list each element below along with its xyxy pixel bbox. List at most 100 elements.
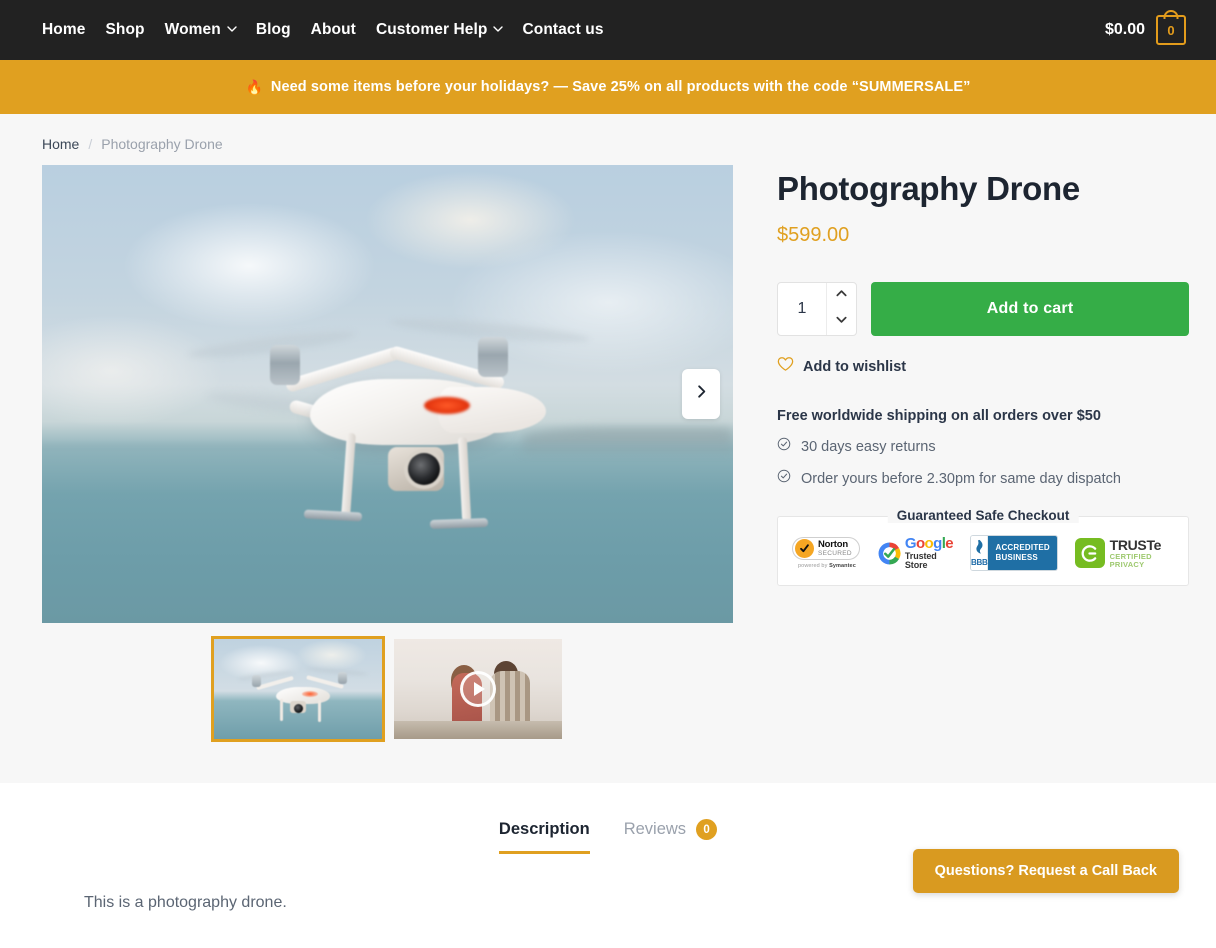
gallery-next-button[interactable] [682,369,720,419]
main-menu: Home Shop Women Blog About Customer Help… [42,21,614,39]
drone-leg [457,436,472,522]
feature-dispatch: Order yours before 2.30pm for same day d… [777,469,1189,488]
drone-led [424,397,470,414]
nav-item-home[interactable]: Home [42,21,95,39]
norton-badge: Norton SECURED powered by Symantec [792,537,860,569]
ground [393,721,562,739]
play-triangle [473,682,485,696]
quantity-decrease-button[interactable] [827,309,856,335]
safe-checkout-title: Guaranteed Safe Checkout [887,508,1079,524]
check-circle-icon [777,469,791,488]
product-summary: Photography Drone $599.00 1 Add to cart … [777,165,1190,587]
thumb-drone-illustration [237,666,368,722]
feature-returns: 30 days easy returns [777,437,1189,456]
truste-subtitle: CERTIFIED PRIVACY [1109,551,1152,569]
google-letter: o [915,535,925,553]
person-figure [489,671,530,727]
truste-text: TRUSTe CERTIFIED PRIVACY [1110,538,1175,568]
top-navigation-bar: Home Shop Women Blog About Customer Help… [0,0,1216,60]
main-product-image[interactable] [42,165,733,623]
cart-item-count: 0 [1167,22,1175,38]
check-circle-icon [777,437,791,456]
drone-led [301,691,318,697]
gallery-thumbnails [42,636,733,742]
bag-handle [1163,10,1179,19]
bbb-accredited-business-badge: BBB ACCREDITED BUSINESS [970,535,1058,572]
product-gallery [42,165,733,742]
drone-camera-lens [293,704,303,713]
product-price: $599.00 [777,224,850,247]
nav-item-label: Women [164,21,221,38]
nav-item-label: Home [42,21,86,38]
thumbnail-video[interactable] [393,639,562,739]
norton-powered-by: powered by [798,563,830,570]
bbb-accredited-text: ACCREDITED BUSINESS [988,536,1057,571]
bbb-line-business: BUSINESS [995,553,1038,563]
quantity-input[interactable] [778,283,826,336]
bbb-torch-icon [976,540,983,554]
bbb-logo: BBB [971,536,989,571]
drone-leg [279,699,283,721]
nav-item-women[interactable]: Women [155,21,246,39]
drone-illustration [187,301,622,541]
bbb-abbr: BBB [971,558,988,568]
fire-icon: 🔥 [245,78,263,95]
product-section: Home / Photography Drone Photography Dro… [0,114,1216,783]
quantity-stepper[interactable] [777,282,857,337]
google-letter: G [904,535,917,553]
drone-leg [341,432,356,518]
chevron-up-icon [835,287,848,305]
add-to-wishlist-button[interactable]: Add to wishlist [777,356,1189,377]
shopping-bag-icon: 0 [1156,10,1186,45]
drone-motor [478,337,508,377]
reviews-count-badge: 0 [696,819,718,840]
add-to-cart-button[interactable]: Add to cart [871,282,1190,337]
guaranteed-safe-checkout-box: Guaranteed Safe Checkout Norton SECURED [777,508,1190,587]
norton-badge-body: Norton SECURED [792,537,860,561]
google-letter: o [924,535,934,553]
description-text: This is a photography drone. [84,894,287,911]
heart-icon [777,356,794,377]
cart-button[interactable]: $0.00 0 [1105,10,1186,45]
breadcrumb-current: Photography Drone [101,136,223,152]
drone-leg [317,700,321,722]
feature-label: Order yours before 2.30pm for same day d… [801,470,1121,487]
google-text: Google Trusted Store [904,535,954,570]
nav-item-customer-help[interactable]: Customer Help [366,21,513,39]
breadcrumb-separator: / [88,136,93,152]
norton-name: Norton [818,539,848,551]
norton-symantec-line: powered by Symantec [792,563,856,569]
nav-item-contact-us[interactable]: Contact us [512,21,613,39]
bbb-line-accredited: ACCREDITED [995,543,1050,553]
breadcrumb: Home / Photography Drone [42,114,1174,165]
truste-badge: TRUSTe CERTIFIED PRIVACY [1074,538,1175,569]
quantity-increase-button[interactable] [827,283,856,309]
google-letter: e [945,535,954,553]
nav-item-label: About [310,21,356,38]
nav-item-blog[interactable]: Blog [246,21,301,39]
request-call-back-button[interactable]: Questions? Request a Call Back [912,849,1179,893]
norton-check-icon [795,539,814,559]
truste-name: TRUSTe [1109,537,1162,554]
drone-camera-lens [408,453,440,485]
nav-item-about[interactable]: About [301,21,366,39]
promo-banner: 🔥 Need some items before your holidays? … [0,60,1216,114]
drone-motor [337,672,347,684]
norton-text: Norton SECURED [818,540,852,557]
drone-foot [303,509,363,522]
thumbnail-drone-image[interactable] [210,636,385,742]
tab-description[interactable]: Description [498,819,590,854]
drone-motor [251,675,261,687]
quantity-buttons [826,283,856,336]
tab-reviews[interactable]: Reviews 0 [624,819,718,854]
nav-item-label: Customer Help [375,21,488,38]
google-check-icon [877,541,902,566]
breadcrumb-home-link[interactable]: Home [42,136,79,152]
drone-foot [429,517,489,530]
play-icon[interactable] [459,671,496,707]
google-letter: g [933,535,942,553]
nav-item-shop[interactable]: Shop [95,21,154,39]
tab-label: Description [498,820,590,838]
google-trusted-store-badge: Google Trusted Store [877,535,954,570]
google-wordmark: Google [904,535,954,553]
